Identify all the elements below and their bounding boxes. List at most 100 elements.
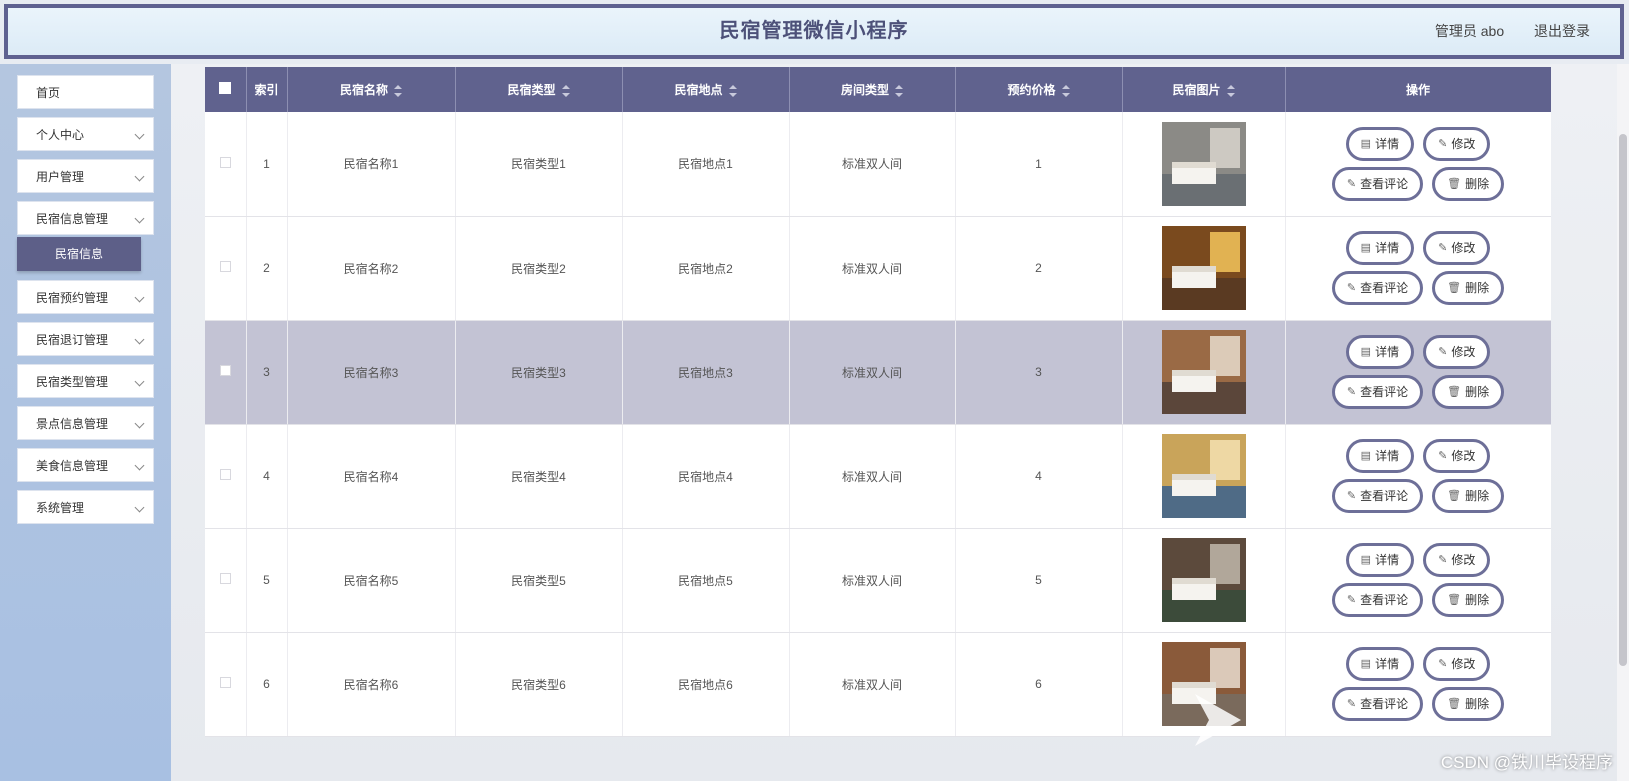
- sidebar-item-booking-management[interactable]: 民宿预约管理: [17, 280, 154, 314]
- cell-type: 民宿类型5: [455, 528, 623, 633]
- homestay-photo[interactable]: [1161, 226, 1246, 310]
- edit-button[interactable]: ✎ 修改: [1423, 439, 1491, 473]
- homestay-photo[interactable]: [1161, 434, 1246, 518]
- column-header-name[interactable]: 民宿名称: [287, 67, 456, 112]
- sort-icon[interactable]: [1061, 84, 1070, 97]
- document-icon: ▤: [1360, 137, 1372, 150]
- app-title: 民宿管理微信小程序: [719, 20, 909, 42]
- cell-name: 民宿名称6: [287, 632, 456, 737]
- sort-icon[interactable]: [561, 84, 570, 97]
- cell-price: 3: [955, 320, 1123, 425]
- view-comments-button[interactable]: ✎ 查看评论: [1331, 687, 1424, 721]
- sort-icon[interactable]: [1226, 84, 1235, 97]
- sidebar-subitem-homestay-info[interactable]: 民宿信息: [17, 237, 141, 271]
- homestay-photo[interactable]: [1161, 538, 1246, 622]
- table-row[interactable]: 4 民宿名称4 民宿类型4 民宿地点4 标准双人间 4 ▤ 详情 ✎ 修改 ✎ 查看评…: [205, 424, 1551, 529]
- delete-button[interactable]: 🗑 删除: [1432, 166, 1505, 201]
- column-header-price[interactable]: 预约价格: [955, 67, 1123, 112]
- select-all-checkbox[interactable]: [219, 82, 232, 94]
- column-header-image[interactable]: 民宿图片: [1122, 67, 1286, 112]
- row-checkbox[interactable]: [219, 261, 231, 272]
- row-checkbox[interactable]: [219, 365, 231, 376]
- main-content: 索引 民宿名称 民宿类型 民宿地点 房间类型 预约价格 民宿图片 操作 1 民宿…: [171, 64, 1617, 781]
- delete-button[interactable]: 🗑 删除: [1432, 479, 1505, 513]
- detail-button[interactable]: ▤ 详情: [1345, 543, 1415, 577]
- sidebar-item-attraction-management[interactable]: 景点信息管理: [17, 406, 154, 440]
- cell-room-type: 标准双人间: [789, 216, 956, 321]
- edit-button[interactable]: ✎ 修改: [1423, 647, 1491, 681]
- sidebar-item-type-management[interactable]: 民宿类型管理: [17, 364, 154, 398]
- homestay-table: 索引 民宿名称 民宿类型 民宿地点 房间类型 预约价格 民宿图片 操作 1 民宿…: [205, 67, 1551, 737]
- row-select-cell: [205, 320, 247, 425]
- scrollbar-thumb[interactable]: [1619, 134, 1627, 666]
- view-comments-button[interactable]: ✎ 查看评论: [1331, 166, 1424, 201]
- sort-icon[interactable]: [895, 84, 903, 97]
- sidebar-item-home[interactable]: 首页: [17, 75, 154, 109]
- view-comments-button[interactable]: ✎ 查看评论: [1331, 583, 1424, 617]
- edit-button[interactable]: ✎ 修改: [1423, 543, 1491, 577]
- trash-icon: 🗑: [1447, 698, 1462, 710]
- detail-button[interactable]: ▤ 详情: [1345, 335, 1415, 369]
- detail-button[interactable]: ▤ 详情: [1345, 126, 1415, 161]
- sidebar-item-label: 民宿退订管理: [36, 333, 109, 347]
- detail-button[interactable]: ▤ 详情: [1345, 647, 1415, 681]
- detail-button-label: 详情: [1375, 553, 1400, 567]
- view-comments-button[interactable]: ✎ 查看评论: [1331, 479, 1424, 513]
- view-comments-button[interactable]: ✎ 查看评论: [1331, 375, 1424, 409]
- cell-room-type: 标准双人间: [789, 424, 956, 529]
- logout-link[interactable]: 退出登录: [1534, 23, 1590, 39]
- action-row: ▤ 详情 ✎ 修改: [1345, 231, 1491, 265]
- sidebar-item-label: 首页: [36, 86, 61, 100]
- delete-button[interactable]: 🗑 删除: [1432, 375, 1505, 409]
- homestay-photo[interactable]: [1161, 121, 1246, 206]
- cell-index: 6: [246, 632, 288, 737]
- column-header-label: 民宿类型: [507, 83, 556, 97]
- table-row[interactable]: 3 民宿名称3 民宿类型3 民宿地点3 标准双人间 3 ▤ 详情 ✎ 修改 ✎ 查看评…: [205, 320, 1551, 425]
- row-checkbox[interactable]: [219, 156, 231, 168]
- table-row[interactable]: 6 民宿名称6 民宿类型6 民宿地点6 标准双人间 6 ▤ 详情 ✎ 修改 ✎ 查看评…: [205, 632, 1551, 737]
- cell-image: [1122, 320, 1286, 425]
- cell-type: 民宿类型1: [455, 112, 623, 217]
- action-row: ✎ 查看评论 🗑 删除: [1331, 687, 1505, 721]
- detail-button[interactable]: ▤ 详情: [1345, 439, 1415, 473]
- sort-icon[interactable]: [728, 84, 737, 97]
- cell-actions: ▤ 详情 ✎ 修改 ✎ 查看评论 🗑 删除: [1285, 216, 1551, 321]
- edit-button[interactable]: ✎ 修改: [1423, 126, 1491, 161]
- action-group: ▤ 详情 ✎ 修改 ✎ 查看评论 🗑 删除: [1286, 126, 1551, 201]
- table-header-row: 索引 民宿名称 民宿类型 民宿地点 房间类型 预约价格 民宿图片 操作: [205, 67, 1551, 112]
- sidebar-item-system-management[interactable]: 系统管理: [17, 490, 154, 524]
- column-header-location[interactable]: 民宿地点: [622, 67, 790, 112]
- delete-button[interactable]: 🗑 删除: [1432, 583, 1505, 617]
- sidebar-item-homestay-info-management[interactable]: 民宿信息管理: [17, 201, 154, 235]
- delete-button-label: 删除: [1465, 281, 1490, 295]
- sidebar-item-cancellation-management[interactable]: 民宿退订管理: [17, 322, 154, 356]
- row-checkbox[interactable]: [219, 677, 231, 688]
- sidebar-item-personal-center[interactable]: 个人中心: [17, 117, 154, 151]
- detail-button[interactable]: ▤ 详情: [1345, 231, 1415, 265]
- edit-button[interactable]: ✎ 修改: [1423, 231, 1491, 265]
- homestay-photo[interactable]: [1161, 330, 1246, 414]
- cell-name: 民宿名称3: [287, 320, 456, 425]
- table-row[interactable]: 2 民宿名称2 民宿类型2 民宿地点2 标准双人间 2 ▤ 详情 ✎ 修改 ✎ 查看评…: [205, 216, 1551, 321]
- row-checkbox[interactable]: [219, 573, 231, 584]
- view-comments-button[interactable]: ✎ 查看评论: [1331, 271, 1424, 305]
- cell-room-type: 标准双人间: [789, 528, 956, 633]
- delete-button[interactable]: 🗑 删除: [1432, 687, 1505, 721]
- action-row: ▤ 详情 ✎ 修改: [1345, 335, 1491, 369]
- table-row[interactable]: 1 民宿名称1 民宿类型1 民宿地点1 标准双人间 1 ▤ 详情 ✎ 修改 ✎ 查看评…: [205, 112, 1551, 217]
- pencil-icon: ✎: [1438, 554, 1448, 566]
- action-row: ✎ 查看评论 🗑 删除: [1331, 271, 1505, 305]
- sidebar-item-food-management[interactable]: 美食信息管理: [17, 448, 154, 482]
- column-header-room-type[interactable]: 房间类型: [789, 67, 956, 112]
- edit-button[interactable]: ✎ 修改: [1423, 335, 1491, 369]
- row-checkbox[interactable]: [219, 469, 231, 480]
- sort-icon[interactable]: [394, 84, 402, 97]
- view-comments-button-label: 查看评论: [1360, 281, 1409, 295]
- action-row: ✎ 查看评论 🗑 删除: [1331, 166, 1505, 201]
- sidebar-item-user-management[interactable]: 用户管理: [17, 159, 154, 193]
- column-header-type[interactable]: 民宿类型: [455, 67, 623, 112]
- table-row[interactable]: 5 民宿名称5 民宿类型5 民宿地点5 标准双人间 5 ▤ 详情 ✎ 修改 ✎ 查看评…: [205, 528, 1551, 633]
- vertical-scrollbar[interactable]: [1617, 64, 1629, 781]
- chevron-down-icon: [134, 171, 145, 182]
- delete-button[interactable]: 🗑 删除: [1432, 271, 1505, 305]
